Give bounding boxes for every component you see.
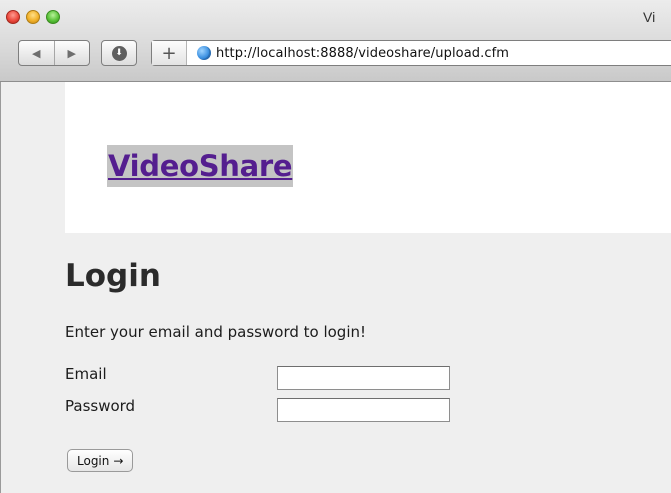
window-title: Vi (643, 9, 656, 25)
page-viewport: VideoShare Login Enter your email and pa… (0, 82, 671, 493)
url-text[interactable]: http://localhost:8888/videoshare/upload.… (216, 46, 509, 61)
password-label: Password (65, 397, 136, 415)
title-bar: Vi ◀ ▶ ⬇ + http://localhost:8888/videosh… (0, 0, 671, 82)
forward-arrow-icon: ▶ (67, 46, 76, 60)
login-instructions: Enter your email and password to login! (65, 323, 367, 341)
address-bar[interactable]: + http://localhost:8888/videoshare/uploa… (151, 40, 671, 66)
site-logo-link[interactable]: VideoShare (107, 145, 294, 187)
arrow-right-icon: → (113, 453, 124, 468)
downloads-button[interactable]: ⬇ (101, 40, 137, 66)
history-navigation: ◀ ▶ (18, 40, 90, 66)
forward-button[interactable]: ▶ (53, 41, 90, 65)
email-label: Email (65, 365, 107, 383)
page-title: Login (65, 258, 161, 294)
download-icon: ⬇ (111, 45, 127, 61)
email-field[interactable] (277, 366, 450, 390)
zoom-window-button[interactable] (46, 10, 60, 24)
login-button[interactable]: Login → (67, 449, 134, 472)
browser-window: Vi ◀ ▶ ⬇ + http://localhost:8888/videosh… (0, 0, 671, 493)
plus-icon: + (161, 42, 177, 64)
login-button-label: Login (77, 453, 110, 468)
globe-icon (197, 46, 211, 60)
password-field[interactable] (277, 398, 450, 422)
back-button[interactable]: ◀ (19, 41, 54, 65)
back-arrow-icon: ◀ (32, 46, 41, 60)
add-bookmark-button[interactable]: + (152, 41, 187, 65)
site-header: VideoShare (65, 82, 671, 233)
close-window-button[interactable] (6, 10, 20, 24)
minimize-window-button[interactable] (26, 10, 40, 24)
